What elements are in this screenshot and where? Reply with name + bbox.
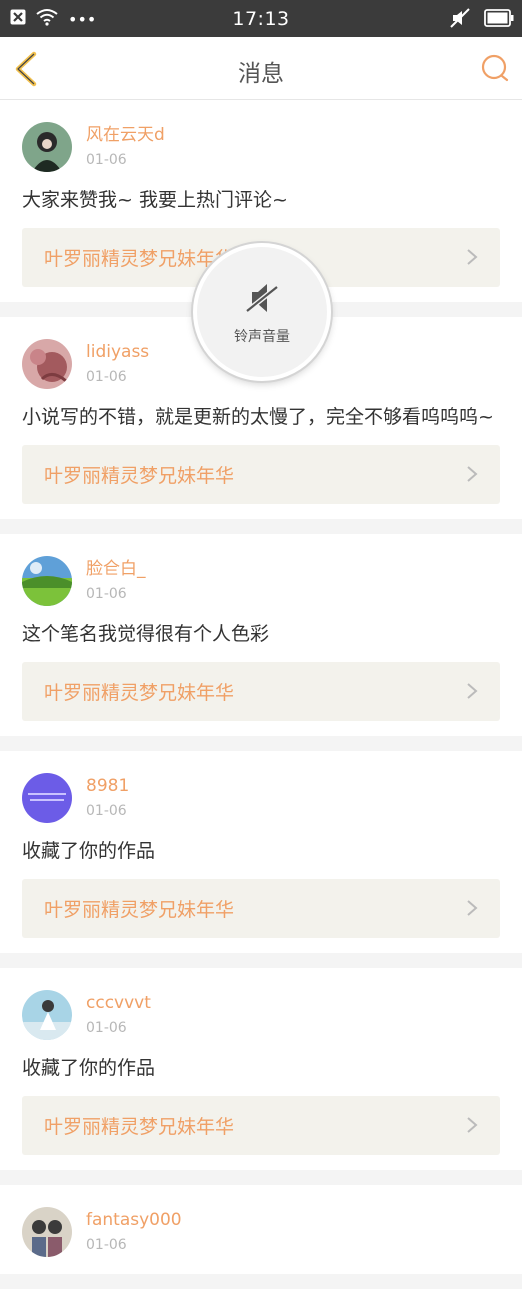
comment-text: 大家来赞我~ 我要上热门评论~ [22, 189, 288, 211]
toast-label: 铃声音量 [234, 329, 290, 345]
message-date: 01-06 [86, 152, 127, 168]
chevron-right-icon [467, 249, 478, 265]
avatar[interactable] [22, 556, 72, 606]
mute-status-icon [450, 8, 470, 32]
avatar[interactable] [22, 773, 72, 823]
page-title: 消息 [238, 61, 284, 87]
avatar[interactable] [22, 990, 72, 1040]
username[interactable]: 脸仺白_ [86, 558, 146, 580]
battery-icon [484, 9, 514, 31]
message-date: 01-06 [86, 1020, 127, 1036]
avatar[interactable] [22, 1207, 72, 1257]
message-date: 01-06 [86, 803, 127, 819]
username[interactable]: lidiyass [86, 341, 149, 363]
message-date: 01-06 [86, 369, 127, 385]
book-title: 叶罗丽精灵梦兄妹年华 [44, 465, 235, 487]
book-link[interactable]: 叶罗丽精灵梦兄妹年华 [22, 1096, 500, 1155]
message-card: 8981 01-06 收藏了你的作品 叶罗丽精灵梦兄妹年华 [0, 751, 522, 953]
avatar[interactable] [22, 122, 72, 172]
search-button[interactable] [480, 53, 510, 83]
username[interactable]: fantasy000 [86, 1209, 182, 1231]
chevron-right-icon [467, 683, 478, 699]
book-title: 叶罗丽精灵梦兄妹年华 [44, 899, 235, 921]
message-card: fantasy000 01-06 [0, 1185, 522, 1274]
book-link[interactable]: 叶罗丽精灵梦兄妹年华 [22, 662, 500, 721]
username[interactable]: 风在云天d [86, 124, 165, 146]
status-bar: ••• 17:13 [0, 0, 522, 37]
comment-text: 小说写的不错，就是更新的太慢了，完全不够看呜呜呜~ [22, 406, 494, 428]
message-card: cccvvvt 01-06 收藏了你的作品 叶罗丽精灵梦兄妹年华 [0, 968, 522, 1170]
avatar[interactable] [22, 339, 72, 389]
nav-bar: 消息 [0, 37, 522, 100]
book-title: 叶罗丽精灵梦兄妹年华 [44, 1116, 235, 1138]
chevron-right-icon [467, 1117, 478, 1133]
speaker-muted-icon [245, 284, 279, 313]
comment-text: 收藏了你的作品 [22, 840, 156, 862]
message-date: 01-06 [86, 1237, 127, 1253]
message-card: 脸仺白_ 01-06 这个笔名我觉得很有个人色彩 叶罗丽精灵梦兄妹年华 [0, 534, 522, 736]
username[interactable]: cccvvvt [86, 992, 151, 1014]
volume-toast: 铃声音量 [193, 243, 331, 381]
book-link[interactable]: 叶罗丽精灵梦兄妹年华 [22, 445, 500, 504]
status-time: 17:13 [232, 8, 290, 30]
book-title: 叶罗丽精灵梦兄妹年华 [44, 682, 235, 704]
chevron-right-icon [467, 900, 478, 916]
book-link[interactable]: 叶罗丽精灵梦兄妹年华 [22, 879, 500, 938]
book-title: 叶罗丽精灵梦兄妹年华 [44, 248, 235, 270]
comment-text: 这个笔名我觉得很有个人色彩 [22, 623, 270, 645]
username[interactable]: 8981 [86, 775, 129, 797]
chevron-right-icon [467, 466, 478, 482]
comment-text: 收藏了你的作品 [22, 1057, 156, 1079]
message-date: 01-06 [86, 586, 127, 602]
search-icon [481, 54, 509, 82]
